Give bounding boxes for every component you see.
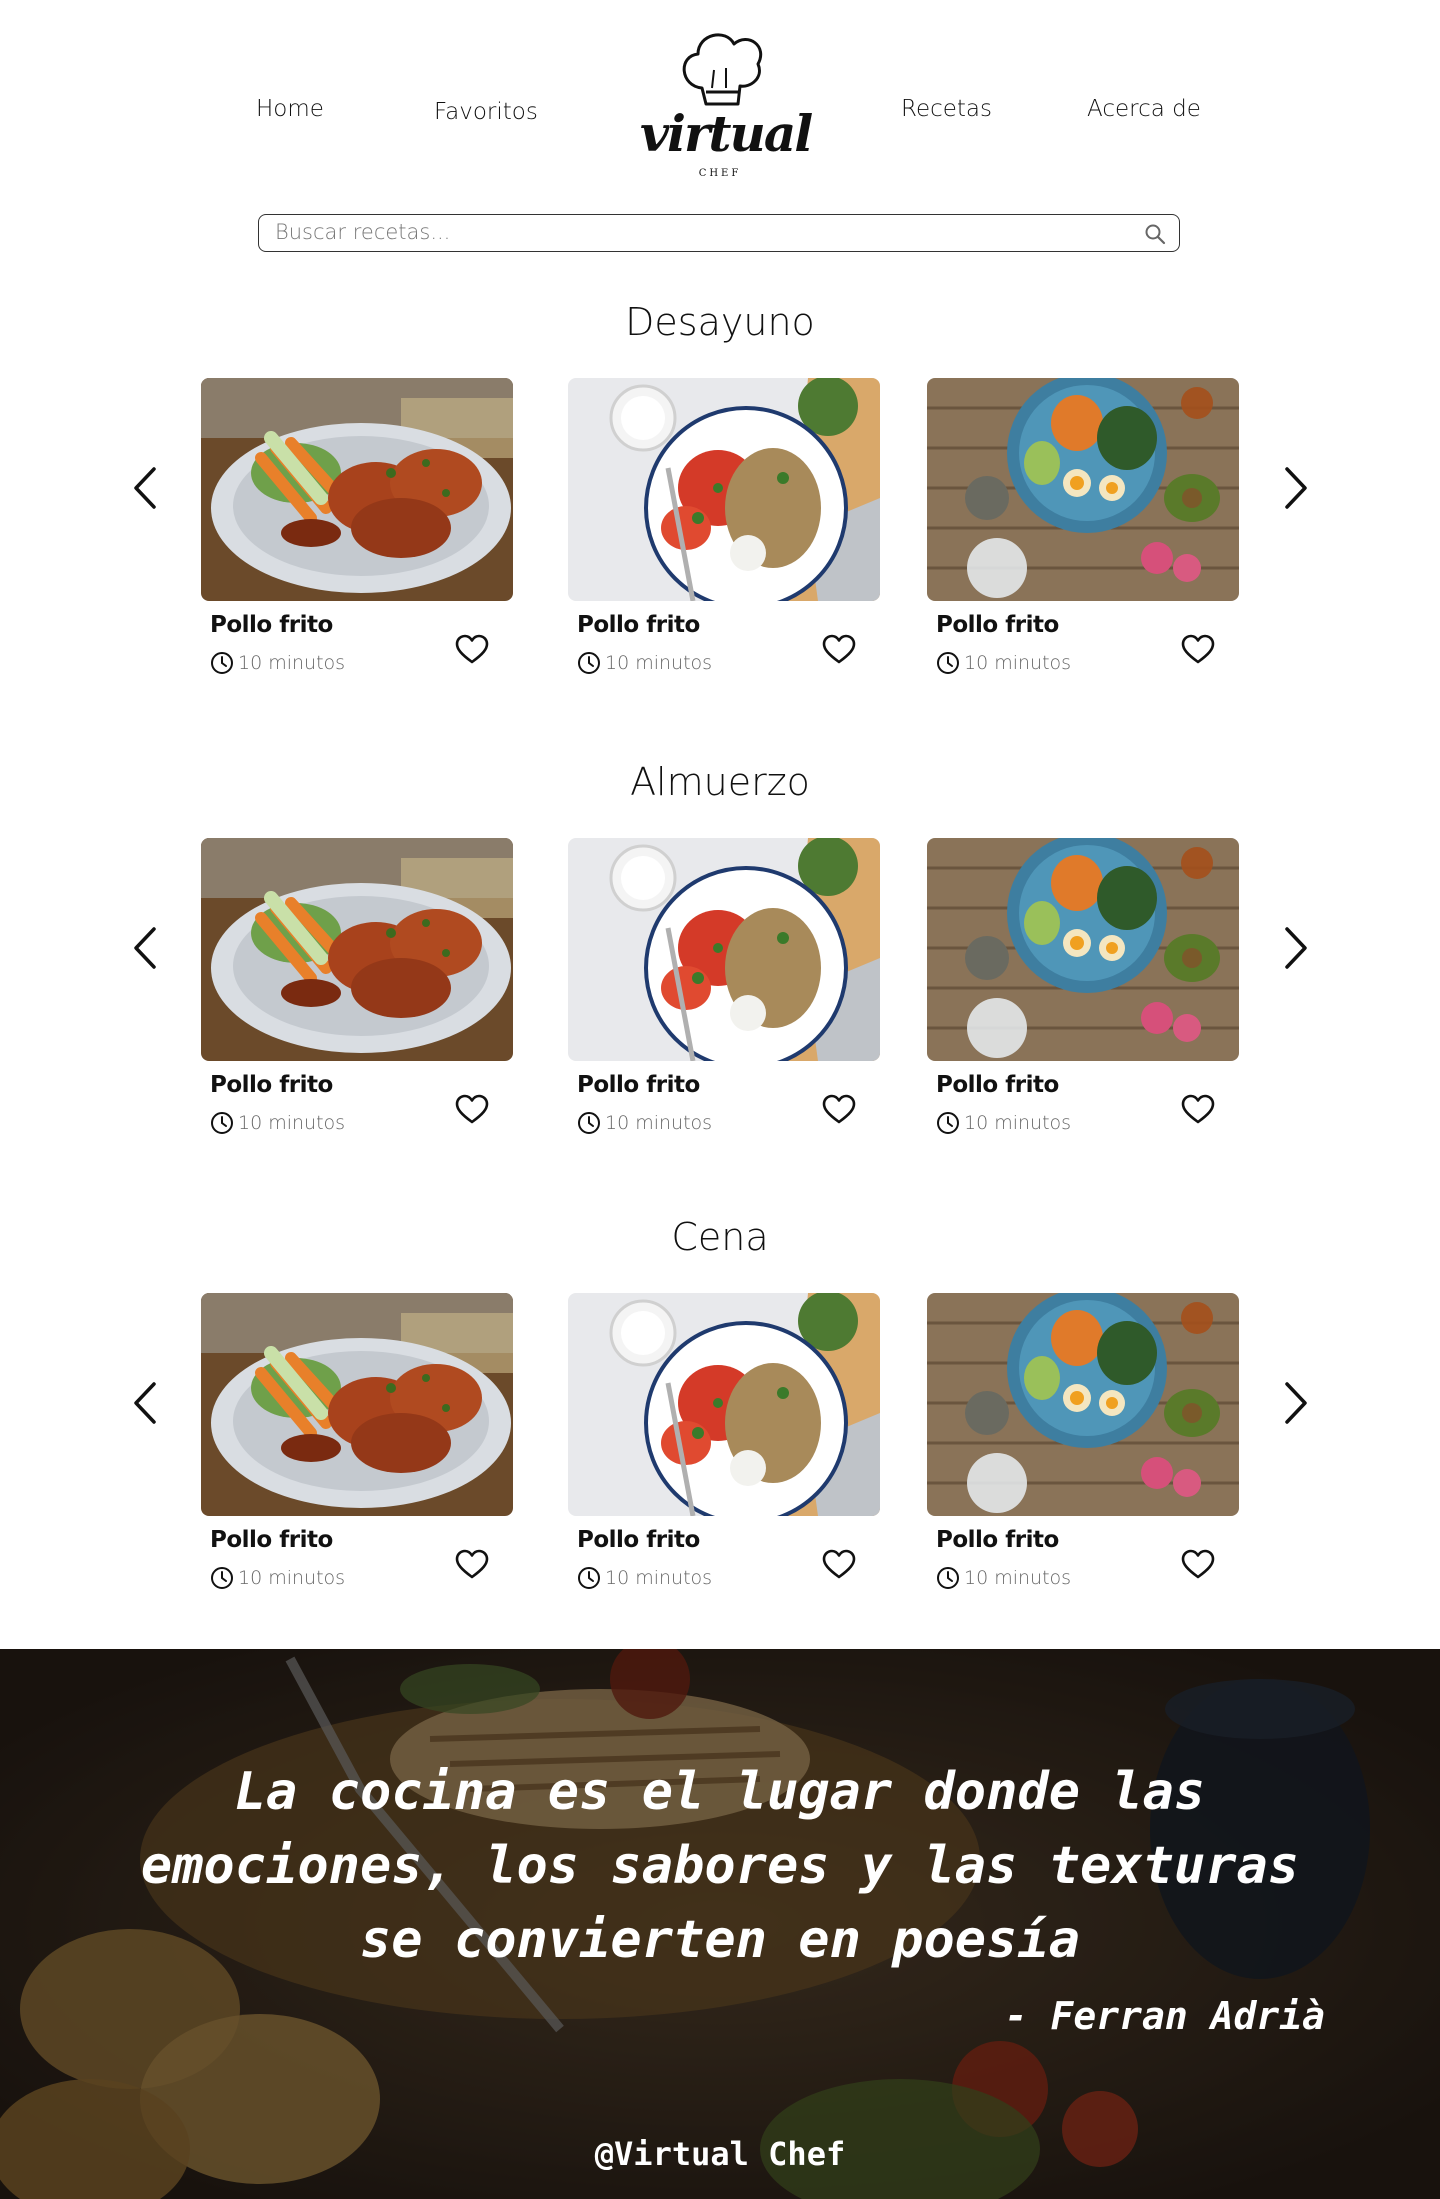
heart-icon[interactable] <box>455 634 489 666</box>
clock-icon <box>211 1112 233 1134</box>
bowl-table-photo <box>927 378 1239 601</box>
recipe-image[interactable] <box>201 378 513 601</box>
recipe-time: 10 minutos <box>936 1110 1071 1136</box>
recipe-time: 10 minutos <box>210 650 345 676</box>
recipe-card[interactable]: Pollo frito 10 minutos <box>927 378 1239 688</box>
recipe-card[interactable]: Pollo frito 10 minutos <box>201 378 513 688</box>
recipe-card[interactable]: Pollo frito 10 minutos <box>568 838 880 1148</box>
clock-icon <box>937 1112 959 1134</box>
recipe-card[interactable]: Pollo frito 10 minutos <box>201 838 513 1148</box>
section-title-0: Desayuno <box>625 300 815 344</box>
heart-icon[interactable] <box>455 1549 489 1581</box>
recipe-time-label: 10 minutos <box>964 652 1072 674</box>
search-bar <box>258 214 1180 252</box>
recipe-title[interactable]: Pollo frito <box>210 612 333 638</box>
chevron-left-icon[interactable] <box>128 923 164 973</box>
nav-favoritos[interactable]: Favoritos <box>434 99 538 125</box>
recipe-time: 10 minutos <box>210 1565 345 1591</box>
heart-icon[interactable] <box>1181 1549 1215 1581</box>
clock-icon <box>578 652 600 674</box>
search-input[interactable] <box>275 218 1105 246</box>
search-icon[interactable] <box>1143 222 1167 246</box>
recipe-time: 10 minutos <box>577 650 712 676</box>
clock-icon <box>578 1567 600 1589</box>
recipe-card[interactable]: Pollo frito 10 minutos <box>927 838 1239 1148</box>
heart-icon[interactable] <box>822 634 856 666</box>
recipe-time-label: 10 minutos <box>964 1112 1072 1134</box>
recipe-card[interactable]: Pollo frito 10 minutos <box>927 1293 1239 1603</box>
recipe-title[interactable]: Pollo frito <box>577 612 700 638</box>
bowl-table-photo <box>927 838 1239 1061</box>
recipe-time-label: 10 minutos <box>605 1112 713 1134</box>
recipe-time-label: 10 minutos <box>605 1567 713 1589</box>
quote-author: - Ferran Adrià <box>1004 1994 1325 2038</box>
nav-recetas[interactable]: Recetas <box>901 96 992 122</box>
recipe-image[interactable] <box>568 1293 880 1516</box>
logo-wordmark: virtual <box>640 104 813 163</box>
virtual-chef-logo[interactable]: virtual CHEF <box>640 26 813 186</box>
logo-subtitle: CHEF <box>698 168 742 179</box>
recipe-time: 10 minutos <box>210 1110 345 1136</box>
recipe-time-label: 10 minutos <box>605 652 713 674</box>
heart-icon[interactable] <box>455 1094 489 1126</box>
recipe-title[interactable]: Pollo frito <box>210 1527 333 1553</box>
recipe-time-label: 10 minutos <box>238 1112 346 1134</box>
recipe-card[interactable]: Pollo frito 10 minutos <box>568 1293 880 1603</box>
nav-acerca-de[interactable]: Acerca de <box>1087 96 1201 122</box>
clock-icon <box>578 1112 600 1134</box>
recipe-image[interactable] <box>568 378 880 601</box>
recipe-time-label: 10 minutos <box>964 1567 1072 1589</box>
footer-handle: @Virtual Chef <box>594 2135 846 2173</box>
recipe-time-label: 10 minutos <box>238 1567 346 1589</box>
section-title-1: Almuerzo <box>630 760 810 804</box>
clock-icon <box>211 1567 233 1589</box>
quote-text: La cocina es el lugar donde las emocione… <box>140 1762 1300 1970</box>
quote-banner: La cocina es el lugar donde las emocione… <box>0 1649 1440 2199</box>
recipe-time-label: 10 minutos <box>238 652 346 674</box>
bowl-table-photo <box>927 1293 1239 1516</box>
chevron-right-icon[interactable] <box>1277 463 1313 513</box>
chicken-wings-photo <box>201 1293 513 1516</box>
clock-icon <box>937 1567 959 1589</box>
recipe-image[interactable] <box>927 378 1239 601</box>
chicken-wings-photo <box>201 838 513 1061</box>
salad-plate-photo <box>568 838 880 1061</box>
chicken-wings-photo <box>201 378 513 601</box>
recipe-title[interactable]: Pollo frito <box>210 1072 333 1098</box>
recipe-card[interactable]: Pollo frito 10 minutos <box>201 1293 513 1603</box>
recipe-image[interactable] <box>201 1293 513 1516</box>
recipe-title[interactable]: Pollo frito <box>936 612 1059 638</box>
salad-plate-photo <box>568 1293 880 1516</box>
heart-icon[interactable] <box>1181 634 1215 666</box>
chevron-right-icon[interactable] <box>1277 923 1313 973</box>
recipe-title[interactable]: Pollo frito <box>936 1527 1059 1553</box>
chevron-left-icon[interactable] <box>128 463 164 513</box>
recipe-title[interactable]: Pollo frito <box>577 1072 700 1098</box>
heart-icon[interactable] <box>1181 1094 1215 1126</box>
chevron-left-icon[interactable] <box>128 1378 164 1428</box>
recipe-time: 10 minutos <box>936 1565 1071 1591</box>
recipe-time: 10 minutos <box>936 650 1071 676</box>
clock-icon <box>937 652 959 674</box>
recipe-title[interactable]: Pollo frito <box>577 1527 700 1553</box>
salad-plate-photo <box>568 378 880 601</box>
nav-home[interactable]: Home <box>256 96 324 122</box>
recipe-image[interactable] <box>927 838 1239 1061</box>
chevron-right-icon[interactable] <box>1277 1378 1313 1428</box>
recipe-image[interactable] <box>568 838 880 1061</box>
clock-icon <box>211 652 233 674</box>
recipe-time: 10 minutos <box>577 1565 712 1591</box>
recipe-time: 10 minutos <box>577 1110 712 1136</box>
recipe-image[interactable] <box>201 838 513 1061</box>
recipe-image[interactable] <box>927 1293 1239 1516</box>
heart-icon[interactable] <box>822 1549 856 1581</box>
section-title-2: Cena <box>671 1215 769 1259</box>
recipe-title[interactable]: Pollo frito <box>936 1072 1059 1098</box>
chef-hat-icon <box>682 33 762 106</box>
heart-icon[interactable] <box>822 1094 856 1126</box>
recipe-card[interactable]: Pollo frito 10 minutos <box>568 378 880 688</box>
